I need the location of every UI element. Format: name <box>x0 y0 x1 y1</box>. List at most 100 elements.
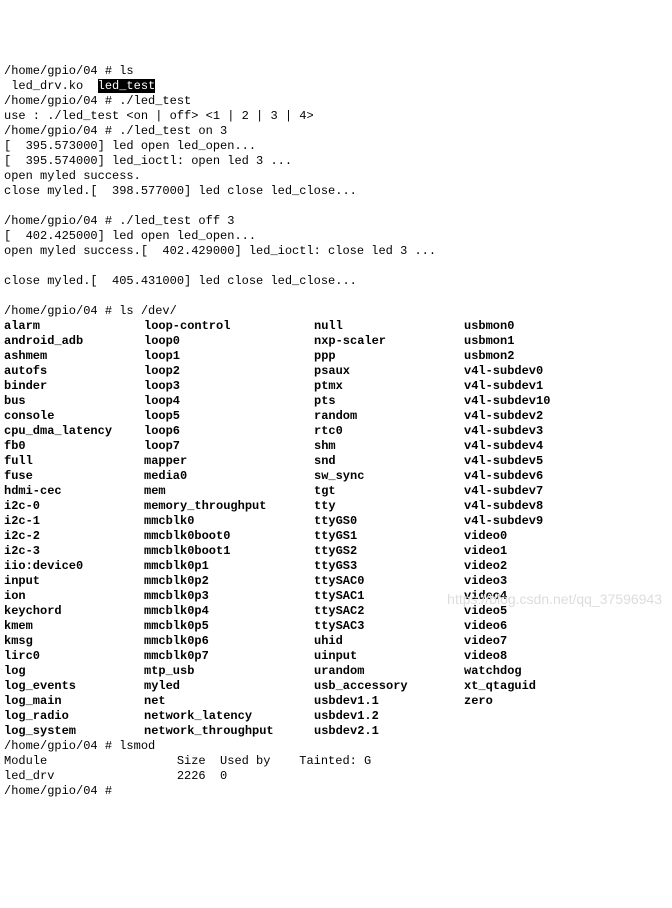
dev-entry: nxp-scaler <box>314 334 464 349</box>
dev-entry: tty <box>314 499 464 514</box>
dev-entry: log_radio <box>4 709 144 724</box>
dev-entry: video3 <box>464 574 614 589</box>
dev-entry: video2 <box>464 559 614 574</box>
dev-entry: v4l-subdev1 <box>464 379 614 394</box>
dev-entry: ttySAC2 <box>314 604 464 619</box>
dev-entry: binder <box>4 379 144 394</box>
dev-entry: network_throughput <box>144 724 314 739</box>
dev-entry: mmcblk0 <box>144 514 314 529</box>
dev-entry: kmem <box>4 619 144 634</box>
dev-entry: mmcblk0p6 <box>144 634 314 649</box>
dev-entry: mmcblk0p1 <box>144 559 314 574</box>
dev-entry: xt_qtaguid <box>464 679 614 694</box>
dev-entry: usb_accessory <box>314 679 464 694</box>
dev-entry: loop4 <box>144 394 314 409</box>
dev-entry: ashmem <box>4 349 144 364</box>
dev-entry: autofs <box>4 364 144 379</box>
dev-entry: usbdev1.2 <box>314 709 464 724</box>
dev-entry: log_events <box>4 679 144 694</box>
dev-entry: v4l-subdev2 <box>464 409 614 424</box>
prompt-line: /home/gpio/04 # ls /dev/ <box>4 304 177 318</box>
dev-entry: keychord <box>4 604 144 619</box>
dev-entry: v4l-subdev5 <box>464 454 614 469</box>
prompt-line: /home/gpio/04 # <box>4 784 119 798</box>
status-line: close myled.[ 405.431000] led close led_… <box>4 274 357 288</box>
ls-output: led_drv.ko <box>4 79 98 93</box>
prompt-line: /home/gpio/04 # ./led_test off 3 <box>4 214 234 228</box>
lsmod-header: Module Size Used by Tainted: G <box>4 754 371 768</box>
dev-entry: mmcblk0boot1 <box>144 544 314 559</box>
dev-entry: loop2 <box>144 364 314 379</box>
status-line: open myled success. <box>4 169 141 183</box>
dev-entry: alarm <box>4 319 144 334</box>
dev-entry: tgt <box>314 484 464 499</box>
prompt-line: /home/gpio/04 # lsmod <box>4 739 155 753</box>
dev-entry: i2c-2 <box>4 529 144 544</box>
dev-entry: v4l-subdev0 <box>464 364 614 379</box>
dev-entry: shm <box>314 439 464 454</box>
dev-entry: bus <box>4 394 144 409</box>
dev-entry: input <box>4 574 144 589</box>
prompt-line: /home/gpio/04 # ls <box>4 64 134 78</box>
dev-entry: rtc0 <box>314 424 464 439</box>
dev-entry: hdmi-cec <box>4 484 144 499</box>
dev-entry: myled <box>144 679 314 694</box>
dev-entry: uinput <box>314 649 464 664</box>
status-line: open myled success.[ 402.429000] led_ioc… <box>4 244 436 258</box>
dev-entry: pts <box>314 394 464 409</box>
ls-output-highlight: led_test <box>98 79 156 93</box>
dev-entry: mem <box>144 484 314 499</box>
dev-entry: fb0 <box>4 439 144 454</box>
dev-entry: usbmon2 <box>464 349 614 364</box>
prompt-line: /home/gpio/04 # ./led_test <box>4 94 191 108</box>
dev-entry: loop3 <box>144 379 314 394</box>
dev-entry: v4l-subdev10 <box>464 394 614 409</box>
dev-entry: mmcblk0boot0 <box>144 529 314 544</box>
dev-entry: loop7 <box>144 439 314 454</box>
dev-entry: v4l-subdev3 <box>464 424 614 439</box>
dev-entry: log_main <box>4 694 144 709</box>
status-line: close myled.[ 398.577000] led close led_… <box>4 184 357 198</box>
dev-entry: loop5 <box>144 409 314 424</box>
usage-line: use : ./led_test <on | off> <1 | 2 | 3 |… <box>4 109 314 123</box>
dev-entry: media0 <box>144 469 314 484</box>
dev-entry: video1 <box>464 544 614 559</box>
dev-entry: uhid <box>314 634 464 649</box>
dev-entry: random <box>314 409 464 424</box>
dev-entry: mmcblk0p3 <box>144 589 314 604</box>
dev-entry: ttyGS3 <box>314 559 464 574</box>
dev-entry: android_adb <box>4 334 144 349</box>
dev-entry: kmsg <box>4 634 144 649</box>
dev-entry: urandom <box>314 664 464 679</box>
dev-entry: mmcblk0p4 <box>144 604 314 619</box>
dev-entry: console <box>4 409 144 424</box>
kernel-log: [ 402.425000] led open led_open... <box>4 229 256 243</box>
terminal-output: /home/gpio/04 # ls led_drv.ko led_test /… <box>4 64 668 799</box>
dev-entry: ppp <box>314 349 464 364</box>
dev-entry: iio:device0 <box>4 559 144 574</box>
dev-entry: v4l-subdev7 <box>464 484 614 499</box>
dev-entry: loop6 <box>144 424 314 439</box>
kernel-log: [ 395.573000] led open led_open... <box>4 139 256 153</box>
watermark-text: https://blog.csdn.net/qq_37596943 <box>447 591 662 609</box>
dev-entry: i2c-1 <box>4 514 144 529</box>
dev-entry: null <box>314 319 464 334</box>
dev-entry: ttyGS2 <box>314 544 464 559</box>
dev-entry: network_latency <box>144 709 314 724</box>
dev-entry: mtp_usb <box>144 664 314 679</box>
dev-entry: memory_throughput <box>144 499 314 514</box>
dev-entry: zero <box>464 694 614 709</box>
dev-entry: usbmon1 <box>464 334 614 349</box>
dev-entry: cpu_dma_latency <box>4 424 144 439</box>
dev-entry: ttyGS0 <box>314 514 464 529</box>
dev-entry: net <box>144 694 314 709</box>
dev-entry: ttyGS1 <box>314 529 464 544</box>
dev-entry: ttySAC1 <box>314 589 464 604</box>
dev-entry: ion <box>4 589 144 604</box>
dev-entry: i2c-3 <box>4 544 144 559</box>
dev-entry: v4l-subdev8 <box>464 499 614 514</box>
dev-entry: loop1 <box>144 349 314 364</box>
dev-entry: usbdev1.1 <box>314 694 464 709</box>
dev-entry: video6 <box>464 619 614 634</box>
dev-entry: log <box>4 664 144 679</box>
